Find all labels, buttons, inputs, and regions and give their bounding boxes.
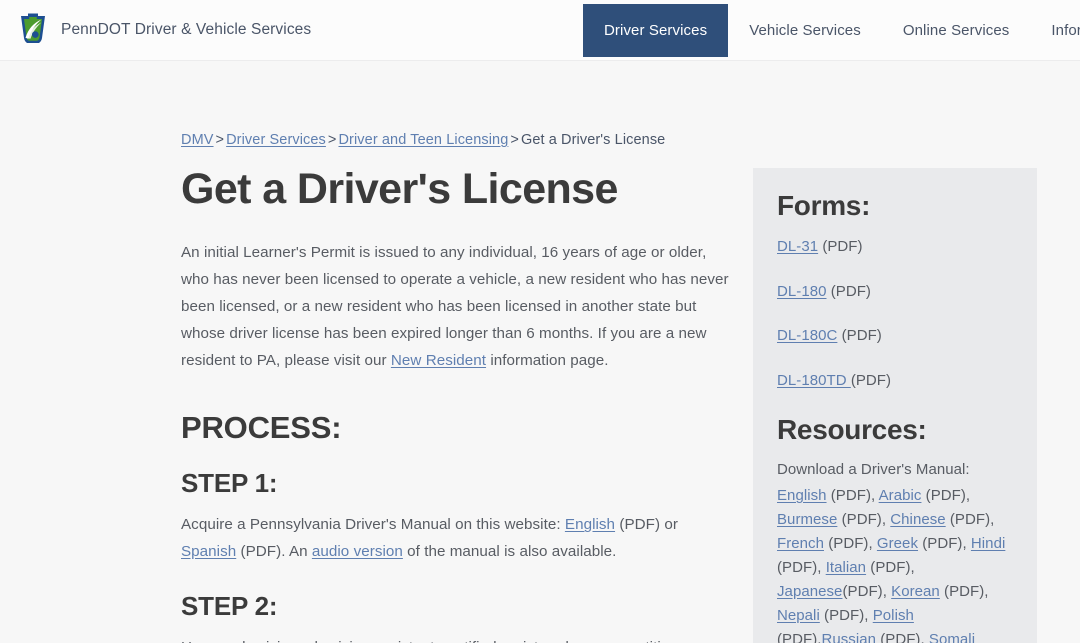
breadcrumb: DMV>Driver Services>Driver and Teen Lice… <box>181 132 665 148</box>
manual-link-polish[interactable]: Polish <box>873 607 914 624</box>
manual-link-nepali[interactable]: Nepali <box>777 607 820 624</box>
intro-paragraph: An initial Learner's Permit is issued to… <box>181 239 733 374</box>
resources-lead: Download a Driver's Manual: <box>777 458 1013 482</box>
step1-text-part1: Acquire a Pennsylvania Driver's Manual o… <box>181 516 565 533</box>
breadcrumb-separator: > <box>508 132 521 148</box>
manual-link-somali[interactable]: Somali <box>929 631 975 643</box>
step1-text-part3: (PDF). An <box>236 543 312 560</box>
manual-link-suffix: (PDF), <box>842 583 891 600</box>
form-link-dl-180c[interactable]: DL-180C <box>777 327 837 344</box>
manual-link-chinese[interactable]: Chinese <box>890 511 945 528</box>
manual-link-suffix: (PDF), <box>777 559 826 576</box>
page-title: Get a Driver's License <box>181 165 733 213</box>
form-item: DL-180C (PDF) <box>777 325 1013 348</box>
breadcrumb-item-driver-and-teen-licensing[interactable]: Driver and Teen Licensing <box>338 132 508 148</box>
process-heading: PROCESS: <box>181 410 733 446</box>
page-body: DMV>Driver Services>Driver and Teen Lice… <box>0 61 1080 643</box>
brand[interactable]: PennDOT Driver & Vehicle Services <box>0 12 311 48</box>
manual-link-arabic[interactable]: Arabic <box>879 487 922 504</box>
manual-link-suffix: (PDF), <box>824 535 877 552</box>
manual-link-suffix: (PDF), <box>827 487 879 504</box>
form-link-dl-180[interactable]: DL-180 <box>777 283 827 300</box>
brand-title: PennDOT Driver & Vehicle Services <box>61 21 311 39</box>
audio-version-link[interactable]: audio version <box>312 543 403 560</box>
manual-link-russian[interactable]: Russian <box>821 631 876 643</box>
nav-tab-driver-services[interactable]: Driver Services <box>583 4 728 57</box>
manual-link-suffix: (PDF), <box>921 487 970 504</box>
form-item: DL-31 (PDF) <box>777 236 1013 259</box>
step-2-paragraph: Have a physician, physician assistant, c… <box>181 634 733 643</box>
form-suffix: (PDF) <box>818 238 862 255</box>
form-suffix: (PDF) <box>837 327 881 344</box>
main-navigation: Driver Services Vehicle Services Online … <box>583 4 1080 57</box>
nav-tab-online-services[interactable]: Online Services <box>882 4 1031 57</box>
nav-tab-vehicle-services[interactable]: Vehicle Services <box>728 4 882 57</box>
intro-text-part2: information page. <box>486 352 608 369</box>
form-link-dl-31[interactable]: DL-31 <box>777 238 818 255</box>
resources-heading: Resources: <box>777 414 1013 446</box>
form-suffix: (PDF) <box>851 372 891 389</box>
forms-heading: Forms: <box>777 190 1013 222</box>
breadcrumb-current: Get a Driver's License <box>521 132 665 148</box>
site-header: PennDOT Driver & Vehicle Services Driver… <box>0 0 1080 61</box>
sidebar: Forms: DL-31 (PDF) DL-180 (PDF) DL-180C … <box>753 168 1037 643</box>
manual-link-greek[interactable]: Greek <box>877 535 918 552</box>
manual-link-hindi[interactable]: Hindi <box>971 535 1005 552</box>
manual-link-suffix: (PDF), <box>946 511 995 528</box>
resources-body: Download a Driver's Manual: English (PDF)… <box>777 458 1013 643</box>
nav-tab-information-center[interactable]: Information Center <box>1030 4 1080 57</box>
breadcrumb-separator: > <box>326 132 339 148</box>
manual-link-suffix: (PDF), <box>866 559 915 576</box>
manual-language-list: English (PDF), Arabic (PDF), Burmese (PD… <box>777 487 1005 643</box>
step2-text-part1: Have a physician, physician assistant, c… <box>181 639 709 643</box>
manual-link-suffix: (PDF), <box>876 631 929 643</box>
manual-link-italian[interactable]: Italian <box>826 559 866 576</box>
manual-link-suffix: (PDF), <box>837 511 890 528</box>
manual-link-japanese[interactable]: Japanese <box>777 583 842 600</box>
manual-link-korean[interactable]: Korean <box>891 583 940 600</box>
breadcrumb-item-driver-services[interactable]: Driver Services <box>226 132 326 148</box>
form-item: DL-180 (PDF) <box>777 281 1013 304</box>
new-resident-link[interactable]: New Resident <box>391 352 486 369</box>
breadcrumb-item-dmv[interactable]: DMV <box>181 132 214 148</box>
step1-text-part4: of the manual is also available. <box>403 543 617 560</box>
step-2-title: STEP 2: <box>181 591 733 622</box>
main-content: Get a Driver's License An initial Learne… <box>181 165 733 643</box>
manual-link-suffix: (PDF), <box>940 583 989 600</box>
manual-link-burmese[interactable]: Burmese <box>777 511 837 528</box>
penndot-keystone-logo <box>16 12 50 48</box>
spanish-manual-link[interactable]: Spanish <box>181 543 236 560</box>
form-suffix: (PDF) <box>827 283 871 300</box>
manual-link-french[interactable]: French <box>777 535 824 552</box>
manual-link-english[interactable]: English <box>777 487 827 504</box>
step1-text-part2: (PDF) or <box>615 516 678 533</box>
manual-link-suffix: (PDF), <box>918 535 971 552</box>
form-link-dl-180td[interactable]: DL-180TD <box>777 372 851 389</box>
manual-link-suffix: (PDF), <box>820 607 873 624</box>
step-1-paragraph: Acquire a Pennsylvania Driver's Manual o… <box>181 511 733 565</box>
breadcrumb-separator: > <box>214 132 227 148</box>
english-manual-link[interactable]: English <box>565 516 615 533</box>
form-item: DL-180TD (PDF) <box>777 370 1013 393</box>
manual-link-suffix: (PDF), <box>777 631 821 643</box>
step-1-title: STEP 1: <box>181 468 733 499</box>
intro-text-part1: An initial Learner's Permit is issued to… <box>181 244 729 369</box>
